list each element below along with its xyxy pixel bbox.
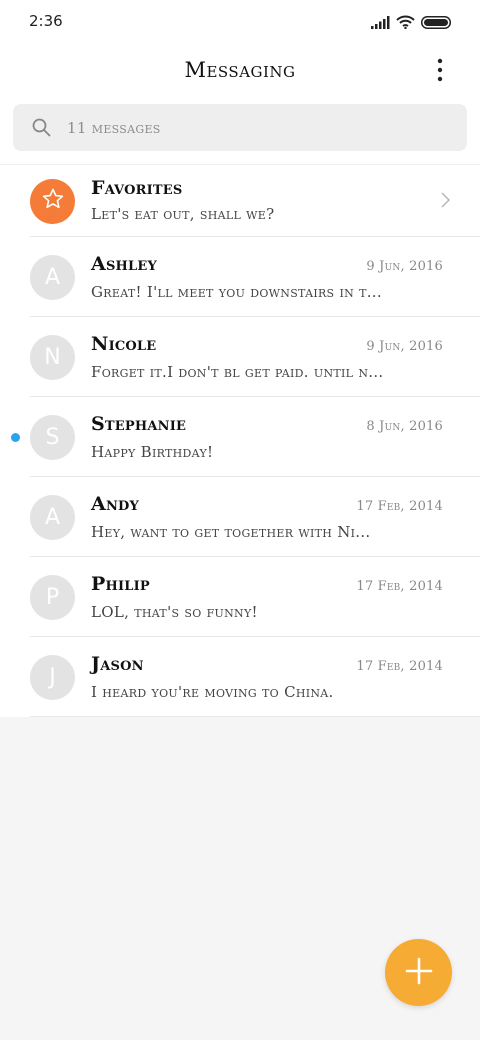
message-preview: Forget it.I don't bl get paid. until n..… xyxy=(91,363,384,381)
conversation-row[interactable]: J Jason 17 Feb, 2014 I heard you're movi… xyxy=(0,637,480,717)
favorites-title: Favorites xyxy=(91,177,183,199)
favorites-avatar xyxy=(30,179,75,224)
wifi-icon xyxy=(396,14,415,33)
avatar: P xyxy=(30,575,75,620)
contact-name: Nicole xyxy=(91,333,157,355)
favorites-preview: Let's eat out, shall we? xyxy=(91,205,275,223)
avatar: A xyxy=(30,495,75,540)
top-section: 2:36 Messaging 11 messages Favorites Let… xyxy=(0,0,480,717)
star-icon xyxy=(41,187,65,217)
message-date: 9 Jun, 2016 xyxy=(366,259,443,274)
more-vertical-icon xyxy=(437,58,443,86)
conversation-row[interactable]: A Andy 17 Feb, 2014 Hey, want to get tog… xyxy=(0,477,480,557)
message-preview: Great! I'll meet you downstairs in t... xyxy=(91,283,382,301)
app-header: Messaging xyxy=(0,44,480,96)
conversation-list: Favorites Let's eat out, shall we? A Ash… xyxy=(0,164,480,717)
conversation-row[interactable]: N Nicole 9 Jun, 2016 Forget it.I don't b… xyxy=(0,317,480,397)
search-icon xyxy=(32,118,51,141)
message-preview: Hey, want to get together with Ni... xyxy=(91,523,371,541)
contact-name: Stephanie xyxy=(91,413,187,435)
status-bar: 2:36 xyxy=(0,0,480,44)
conversation-row[interactable]: A Ashley 9 Jun, 2016 Great! I'll meet yo… xyxy=(0,237,480,317)
message-date: 8 Jun, 2016 xyxy=(366,419,443,434)
avatar: A xyxy=(30,255,75,300)
conversation-row[interactable]: S Stephanie 8 Jun, 2016 Happy Birthday! xyxy=(0,397,480,477)
status-time: 2:36 xyxy=(29,12,63,30)
message-preview: Happy Birthday! xyxy=(91,443,214,461)
message-date: 9 Jun, 2016 xyxy=(366,339,443,354)
conversation-row[interactable]: P Philip 17 Feb, 2014 LOL, that's so fun… xyxy=(0,557,480,637)
messaging-screen: 2:36 Messaging 11 messages Favorites Let… xyxy=(0,0,480,1040)
unread-indicator xyxy=(11,433,20,442)
avatar: N xyxy=(30,335,75,380)
status-icons xyxy=(371,14,451,33)
search-bar[interactable] xyxy=(13,104,467,151)
chevron-right-icon xyxy=(441,192,451,212)
message-date: 17 Feb, 2014 xyxy=(356,659,443,674)
contact-name: Andy xyxy=(91,493,139,515)
new-message-button[interactable] xyxy=(385,939,452,1006)
avatar: S xyxy=(30,415,75,460)
message-date: 17 Feb, 2014 xyxy=(356,499,443,514)
search-input[interactable] xyxy=(67,104,447,151)
contact-name: Jason xyxy=(91,653,144,675)
battery-icon xyxy=(421,14,451,33)
plus-icon xyxy=(405,957,433,989)
more-menu-button[interactable] xyxy=(430,58,450,86)
message-date: 17 Feb, 2014 xyxy=(356,579,443,594)
search-container xyxy=(0,96,480,164)
contact-name: Ashley xyxy=(91,253,157,275)
favorites-row[interactable]: Favorites Let's eat out, shall we? xyxy=(0,165,480,237)
contact-name: Philip xyxy=(91,573,150,595)
page-title: Messaging xyxy=(184,58,296,82)
avatar: J xyxy=(30,655,75,700)
signal-icon xyxy=(371,14,390,33)
message-preview: LOL, that's so funny! xyxy=(91,603,258,621)
message-preview: I heard you're moving to China. xyxy=(91,683,334,701)
